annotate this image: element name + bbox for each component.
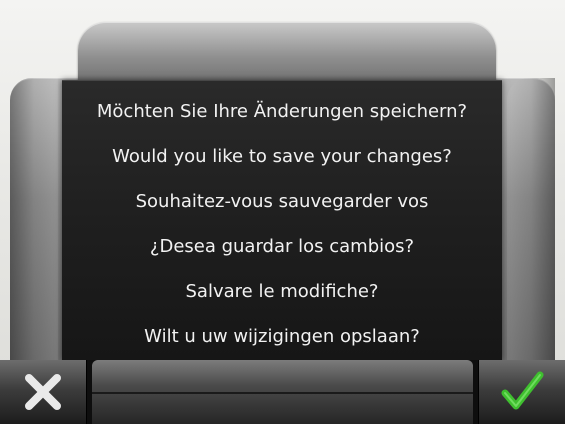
footer-divider: [92, 392, 473, 394]
message-italian: Salvare le modifiche?: [185, 281, 379, 302]
message-spanish: ¿Desea guardar los cambios?: [149, 236, 415, 257]
message-english: Would you like to save your changes?: [112, 146, 452, 167]
save-changes-dialog-screen: Möchten Sie Ihre Änderungen speichern? W…: [0, 0, 565, 424]
message-french: Souhaitez-vous sauvegarder vos: [135, 191, 429, 212]
cancel-button[interactable]: [0, 360, 87, 424]
message-dutch: Wilt u uw wijzigingen opslaan?: [144, 326, 420, 347]
left-panel-shade: [10, 78, 58, 378]
dialog-button-bar: [0, 360, 565, 424]
message-german: Möchten Sie Ihre Änderungen speichern?: [96, 101, 468, 122]
message-list: Möchten Sie Ihre Änderungen speichern? W…: [62, 89, 502, 359]
message-panel: Möchten Sie Ihre Änderungen speichern? W…: [62, 80, 502, 361]
confirm-button[interactable]: [478, 360, 565, 424]
close-icon: [25, 374, 61, 410]
right-panel-shade: [507, 78, 555, 378]
checkmark-icon: [501, 371, 544, 410]
